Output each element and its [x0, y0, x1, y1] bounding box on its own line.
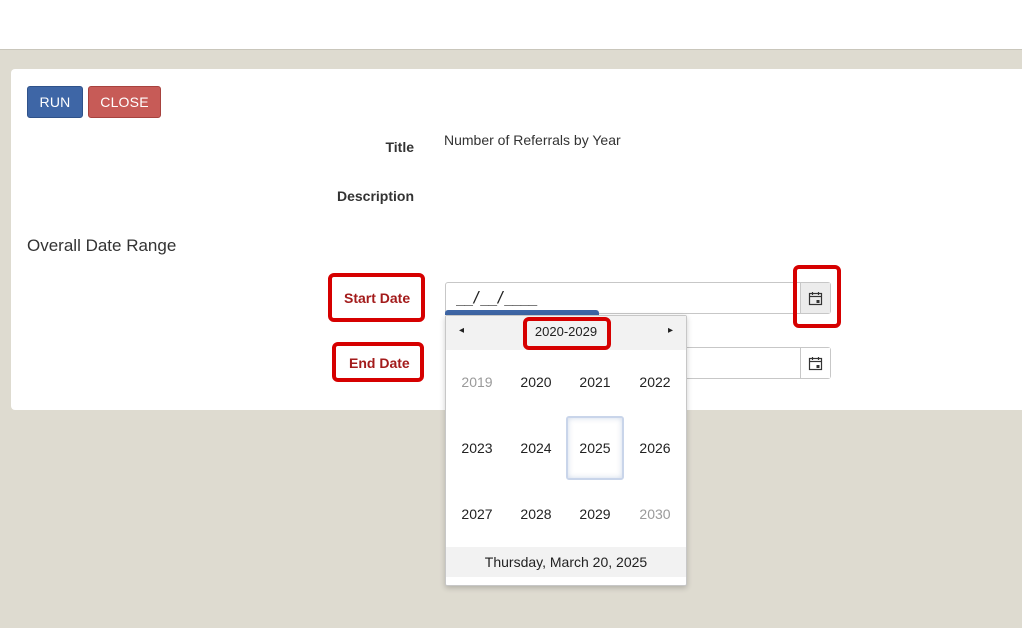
top-header-bar: [0, 0, 1022, 50]
year-cell-2019[interactable]: 2019: [448, 350, 506, 414]
year-cell-2026[interactable]: 2026: [626, 416, 684, 480]
title-label: Title: [385, 139, 414, 155]
close-button[interactable]: CLOSE: [88, 86, 161, 118]
title-value: Number of Referrals by Year: [444, 132, 621, 148]
start-date-label: Start Date: [344, 290, 411, 306]
next-decade-button[interactable]: ▸: [668, 325, 673, 336]
end-date-input[interactable]: [680, 347, 831, 379]
year-cell-2024[interactable]: 2024: [507, 416, 565, 480]
description-label: Description: [336, 188, 414, 204]
today-footer[interactable]: Thursday, March 20, 2025: [446, 547, 686, 577]
year-cell-2022[interactable]: 2022: [626, 350, 684, 414]
year-cell-2027[interactable]: 2027: [448, 482, 506, 546]
run-button[interactable]: RUN: [27, 86, 83, 118]
section-heading-date-range: Overall Date Range: [27, 236, 177, 255]
calendar-icon: [808, 356, 823, 370]
end-date-calendar-button[interactable]: [800, 348, 830, 378]
year-cell-2028[interactable]: 2028: [507, 482, 565, 546]
calendar-popup: ◂ 2020-2029 ▸ 2019 2020 2021 2022 2023 2024 20…: [445, 315, 687, 586]
start-date-mask: __/__/____: [456, 288, 537, 306]
year-cell-2023[interactable]: 2023: [448, 416, 506, 480]
end-date-label: End Date: [349, 355, 410, 371]
year-cell-2021[interactable]: 2021: [566, 350, 624, 414]
year-cell-2025[interactable]: 2025: [566, 416, 624, 480]
calendar-button-highlight: [793, 265, 841, 328]
year-cell-2030[interactable]: 2030: [626, 482, 684, 546]
decade-title-highlight: [523, 317, 611, 350]
year-cell-2020[interactable]: 2020: [507, 350, 565, 414]
year-cell-2029[interactable]: 2029: [566, 482, 624, 546]
